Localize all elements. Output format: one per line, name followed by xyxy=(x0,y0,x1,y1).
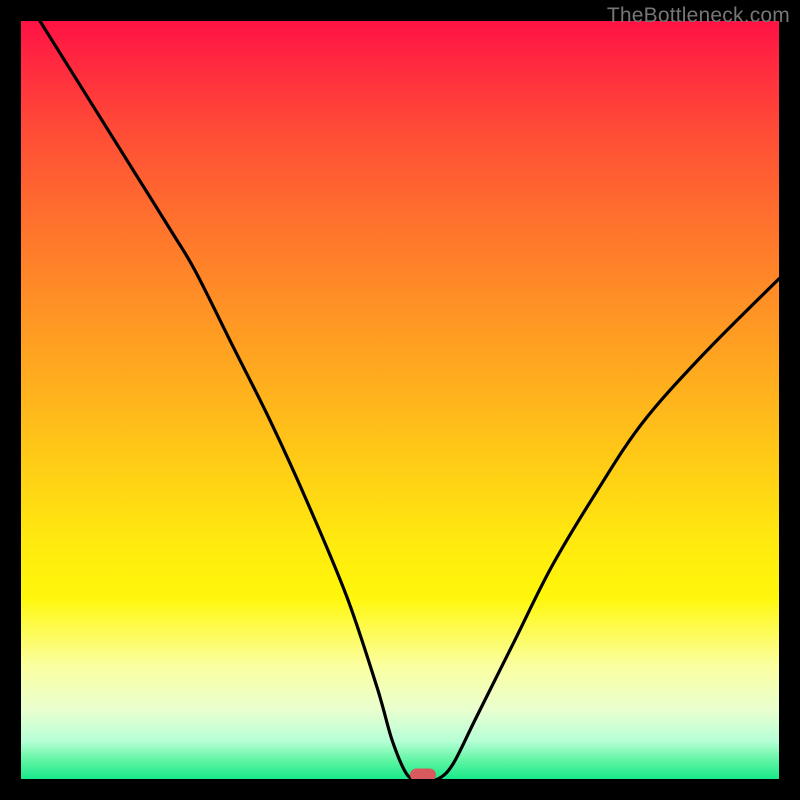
watermark-text: TheBottleneck.com xyxy=(607,4,790,28)
bottleneck-curve xyxy=(21,21,779,779)
plot-area xyxy=(21,21,779,779)
optimal-point-marker xyxy=(410,769,436,780)
chart-frame: TheBottleneck.com xyxy=(0,0,800,800)
